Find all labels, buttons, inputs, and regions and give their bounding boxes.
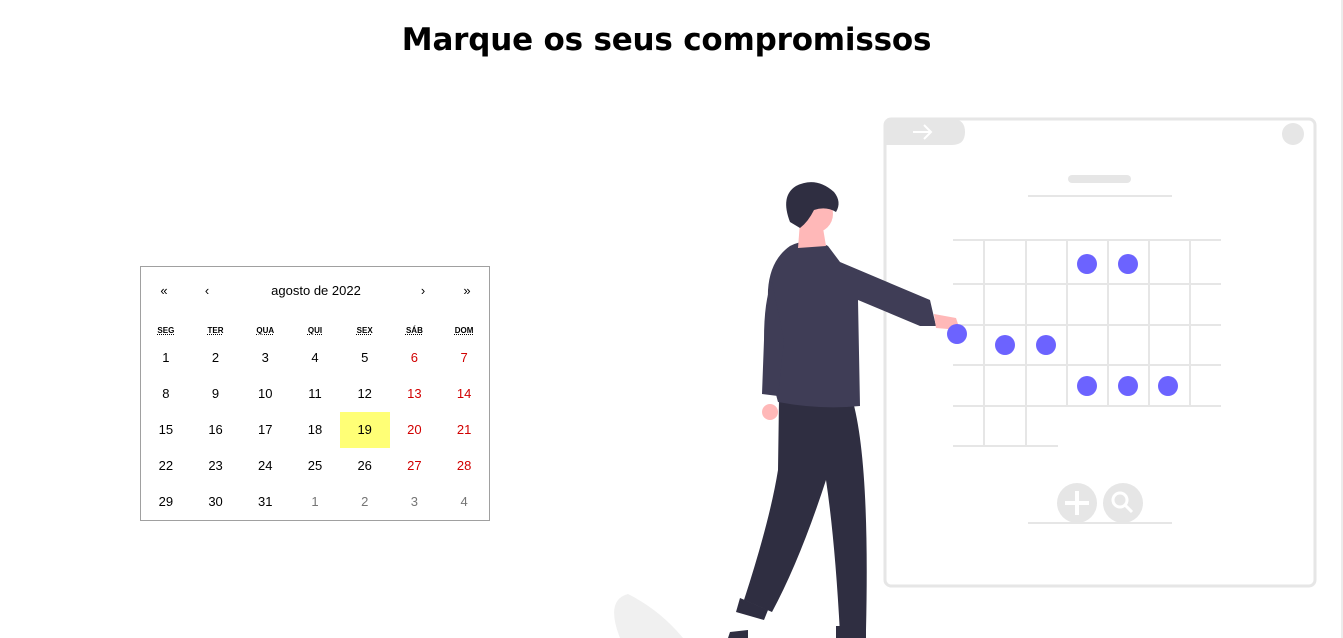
- board-title-bar: [1068, 175, 1131, 183]
- board-frame: [883, 117, 1317, 588]
- plant-leaf: [614, 594, 683, 638]
- board-close-dot: [1282, 123, 1304, 145]
- search-icon: [1103, 483, 1143, 523]
- plus-icon: [1057, 483, 1097, 523]
- scheduling-illustration: [614, 117, 1317, 638]
